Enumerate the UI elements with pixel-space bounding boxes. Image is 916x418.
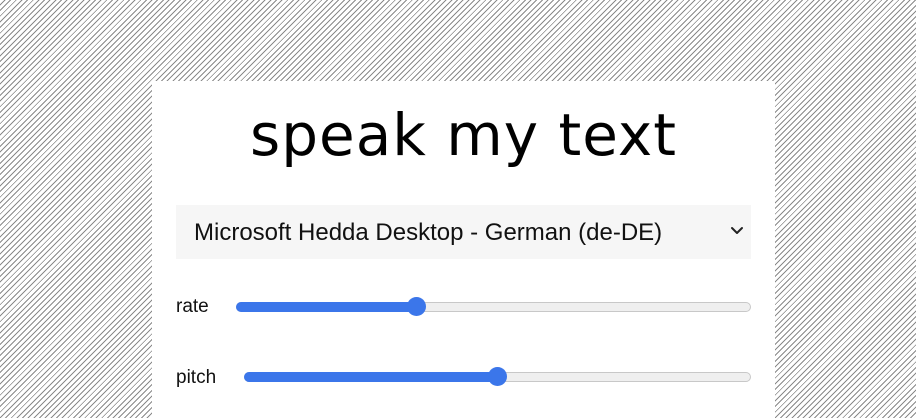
pitch-slider[interactable] (244, 367, 751, 387)
chevron-down-icon (729, 221, 745, 241)
rate-slider[interactable] (236, 297, 751, 317)
page-title: speak my text (249, 101, 677, 169)
voice-select-value: Microsoft Hedda Desktop - German (de-DE) (194, 219, 663, 246)
rate-slider-thumb[interactable] (406, 297, 426, 316)
rate-slider-fill (236, 302, 417, 312)
pitch-slider-fill (244, 372, 498, 382)
voice-select[interactable]: Microsoft Hedda Desktop - German (de-DE) (176, 205, 751, 259)
rate-label: rate (176, 296, 209, 317)
app-panel: speak my text Microsoft Hedda Desktop - … (152, 81, 775, 418)
pitch-label: pitch (176, 367, 217, 388)
pitch-slider-thumb[interactable] (488, 367, 507, 386)
